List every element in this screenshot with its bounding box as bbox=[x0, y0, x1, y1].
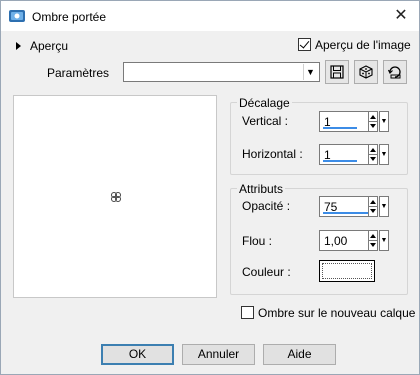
close-button[interactable]: ✕ bbox=[390, 5, 412, 27]
vertical-offset-input[interactable]: 1 bbox=[319, 111, 371, 132]
new-layer-checkbox[interactable] bbox=[241, 306, 254, 319]
attributes-group-title: Attributs bbox=[237, 182, 286, 196]
spin-down-icon[interactable] bbox=[370, 209, 376, 213]
opacity-spinner[interactable] bbox=[368, 196, 378, 217]
random-preset-button[interactable] bbox=[354, 60, 378, 84]
opacity-slider-fill bbox=[323, 212, 369, 214]
presets-dropdown[interactable]: ▼ bbox=[123, 62, 320, 82]
reset-preset-button[interactable] bbox=[383, 60, 407, 84]
spin-up-icon[interactable] bbox=[370, 115, 376, 119]
app-icon bbox=[9, 10, 25, 22]
spin-down-icon[interactable] bbox=[370, 243, 376, 247]
preview-toggle-label: Aperçu bbox=[30, 39, 69, 53]
shadow-color-swatch[interactable] bbox=[319, 260, 375, 282]
vertical-offset-slider-fill bbox=[323, 127, 357, 129]
opacity-input[interactable]: 75 bbox=[319, 196, 371, 217]
blur-slider-dropdown[interactable]: ▼ bbox=[379, 230, 389, 251]
horizontal-offset-slider-fill bbox=[323, 160, 357, 162]
vertical-offset-spinner[interactable] bbox=[368, 111, 378, 132]
preview-navigator-icon bbox=[111, 192, 121, 202]
blur-input[interactable]: 1,00 bbox=[319, 230, 371, 251]
opacity-label: Opacité : bbox=[242, 199, 291, 213]
horizontal-offset-input[interactable]: 1 bbox=[319, 144, 371, 165]
dice-icon bbox=[359, 65, 373, 79]
offset-group-title: Décalage bbox=[237, 96, 292, 110]
spin-up-icon[interactable] bbox=[370, 148, 376, 152]
chevron-down-icon[interactable]: ▼ bbox=[303, 64, 317, 80]
spin-up-icon[interactable] bbox=[370, 234, 376, 238]
expand-triangle-icon bbox=[16, 42, 21, 50]
blur-value: 1,00 bbox=[324, 234, 348, 248]
blur-spinner[interactable] bbox=[368, 230, 378, 251]
horizontal-offset-spinner[interactable] bbox=[368, 144, 378, 165]
floppy-disk-icon bbox=[330, 65, 344, 79]
title-bar: Ombre portée ✕ bbox=[1, 1, 419, 31]
opacity-slider-dropdown[interactable]: ▼ bbox=[379, 196, 389, 217]
save-preset-button[interactable] bbox=[325, 60, 349, 84]
drop-shadow-dialog: Ombre portée ✕ Aperçu Aperçu de l'image … bbox=[0, 0, 420, 375]
spin-up-icon[interactable] bbox=[370, 200, 376, 204]
ok-button[interactable]: OK bbox=[101, 344, 174, 365]
vertical-offset-label: Vertical : bbox=[242, 114, 289, 128]
spin-down-icon[interactable] bbox=[370, 157, 376, 161]
window-title: Ombre portée bbox=[32, 10, 107, 24]
presets-label: Paramètres bbox=[47, 66, 110, 80]
help-button[interactable]: Aide bbox=[263, 344, 336, 365]
image-preview-checkbox[interactable] bbox=[298, 38, 311, 51]
spin-down-icon[interactable] bbox=[370, 124, 376, 128]
blur-label: Flou : bbox=[242, 234, 273, 248]
reset-arrow-icon bbox=[388, 66, 401, 79]
horizontal-offset-label: Horizontal : bbox=[242, 147, 303, 161]
cancel-button[interactable]: Annuler bbox=[182, 344, 255, 365]
close-icon: ✕ bbox=[394, 7, 408, 24]
image-preview-label: Aperçu de l'image bbox=[315, 38, 411, 52]
horizontal-offset-slider-dropdown[interactable]: ▼ bbox=[379, 144, 389, 165]
color-label: Couleur : bbox=[242, 265, 291, 279]
image-preview-pane[interactable] bbox=[13, 95, 217, 298]
new-layer-label: Ombre sur le nouveau calque bbox=[258, 306, 416, 320]
vertical-offset-slider-dropdown[interactable]: ▼ bbox=[379, 111, 389, 132]
